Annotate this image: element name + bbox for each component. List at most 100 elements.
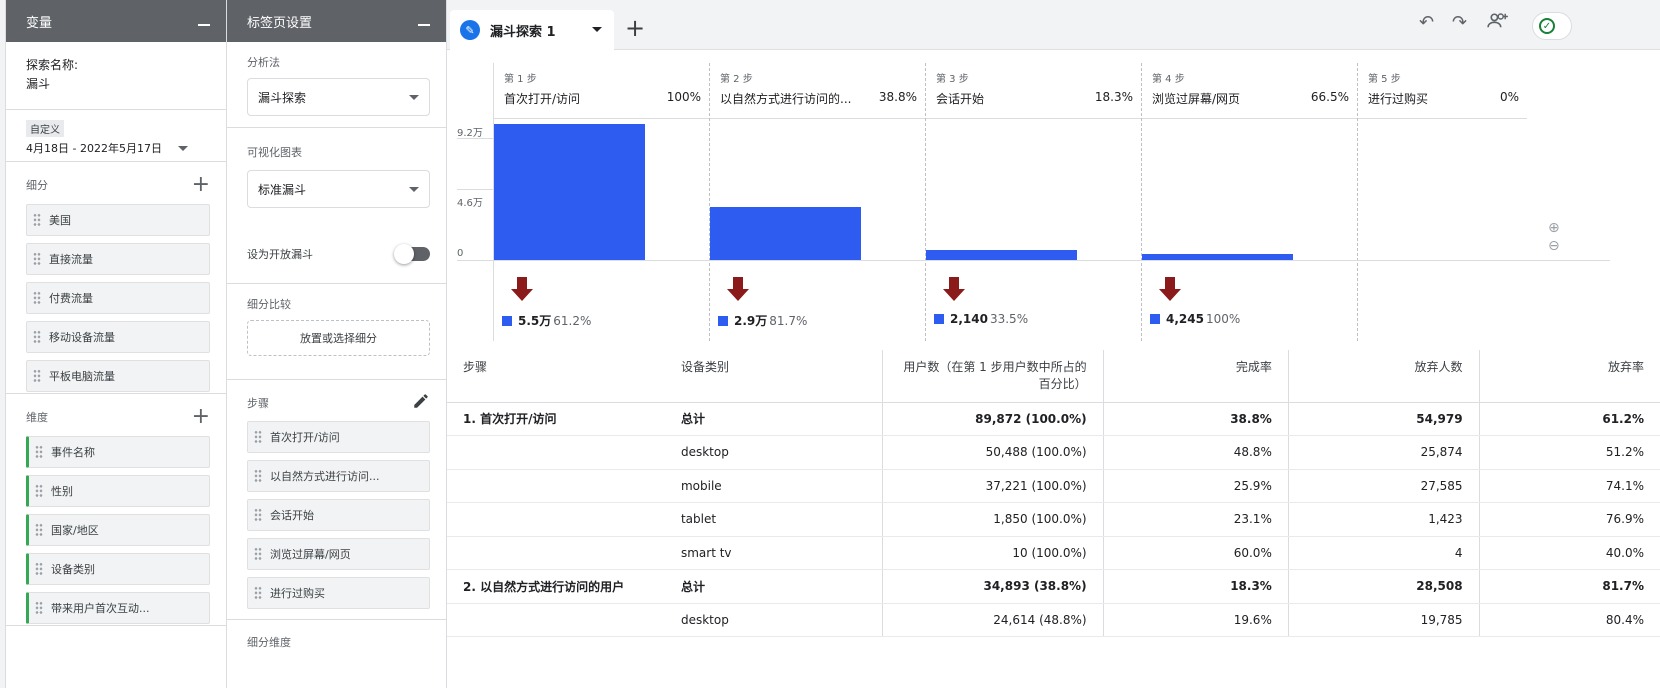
drag-handle-icon[interactable] [254, 508, 262, 522]
collapse-tab-settings-button[interactable] [416, 13, 432, 29]
step-number: 第 1 步 [504, 74, 537, 85]
funnel-bar[interactable] [494, 124, 645, 260]
list-item-chip[interactable]: 付费流量 [26, 282, 210, 314]
step-line: 浏览过屏幕/网页 66.5% [1152, 90, 1349, 107]
funnel-step-header[interactable]: 第 2 步以自然方式进行访问的... 38.8% [710, 63, 925, 119]
exploration-name[interactable]: 漏斗 [26, 75, 210, 92]
table-row[interactable]: desktop 50,488 (100.0%) 48.8% 25,874 51.2% [447, 435, 1660, 470]
list-item-chip[interactable]: 国家/地区 [26, 514, 210, 546]
open-funnel-toggle[interactable] [394, 244, 430, 264]
status-check-button[interactable]: ✓ [1532, 12, 1572, 40]
drag-handle-icon[interactable] [35, 562, 43, 576]
add-tab-button[interactable]: + [625, 14, 645, 42]
visualization-section: 可视化图表 标准漏斗 设为开放漏斗 [227, 128, 446, 284]
list-item-chip[interactable]: 事件名称 [26, 436, 210, 468]
add-segment-button[interactable]: + [192, 174, 210, 196]
list-item-chip[interactable]: 浏览过屏幕/网页 [247, 538, 430, 570]
list-item-chip[interactable]: 以自然方式进行访问... [247, 460, 430, 492]
drag-handle-icon[interactable] [254, 430, 262, 444]
funnel-step-header[interactable]: 第 3 步会话开始 18.3% [926, 63, 1141, 119]
table-cell-completion: 60.0% [1102, 536, 1289, 570]
chevron-down-icon [409, 94, 419, 100]
date-range-section[interactable]: 自定义 4月18日 - 2022年5月17日 [6, 110, 226, 162]
drag-handle-icon[interactable] [35, 601, 43, 615]
abandon-rate: 33.5% [989, 312, 1029, 326]
collapse-variables-button[interactable] [196, 13, 212, 29]
col-header-step[interactable]: 步骤 [447, 350, 665, 403]
main-canvas: ✎ 漏斗探索 1 + ↶ ↷ ✓ 9.2万 4.6万 0 第 1 步首次打开/访… [447, 0, 1660, 688]
step-line: 首次打开/访问 100% [504, 90, 701, 107]
segment-dropzone[interactable]: 放置或选择细分 [247, 320, 430, 356]
list-item-chip[interactable]: 直接流量 [26, 243, 210, 275]
funnel-step-header[interactable]: 第 1 步首次打开/访问 100% [494, 63, 709, 119]
list-item-chip[interactable]: 进行过购买 [247, 577, 430, 609]
add-dimension-button[interactable]: + [192, 406, 210, 428]
zoom-in-icon[interactable]: ⊕ [1548, 220, 1560, 236]
drag-handle-icon[interactable] [33, 330, 41, 344]
col-header-abandon[interactable]: 放弃人数 [1287, 350, 1480, 403]
funnel-step-column: 第 5 步进行过购买 0% [1357, 63, 1527, 341]
drag-handle-icon[interactable] [35, 484, 43, 498]
list-item-chip[interactable]: 美国 [26, 204, 210, 236]
drag-handle-icon[interactable] [33, 369, 41, 383]
table-cell-completion: 19.6% [1102, 603, 1289, 637]
drag-handle-icon[interactable] [33, 252, 41, 266]
chevron-down-icon[interactable] [592, 27, 602, 32]
table-row[interactable]: 1. 首次打开/访问 总计 89,872 (100.0%) 38.8% 54,979 61… [447, 402, 1660, 436]
table-cell-abandon: 28,508 [1287, 569, 1480, 604]
table-cell-users: 24,614 (48.8%) [882, 603, 1104, 637]
table-row[interactable]: mobile 37,221 (100.0%) 25.9% 27,585 74.1% [447, 469, 1660, 503]
drag-handle-icon[interactable] [33, 291, 41, 305]
funnel-step-header[interactable]: 第 5 步进行过购买 0% [1358, 63, 1527, 119]
chip-label: 事件名称 [51, 446, 95, 459]
chip-label: 平板电脑流量 [49, 370, 115, 383]
table-cell-step [447, 603, 665, 637]
funnel-step-header[interactable]: 第 4 步浏览过屏幕/网页 66.5% [1142, 63, 1357, 119]
table-row[interactable]: desktop 24,614 (48.8%) 19.6% 19,785 80.4% [447, 603, 1660, 637]
visualization-select[interactable]: 标准漏斗 [247, 170, 430, 208]
tab-settings-title: 标签页设置 [247, 15, 313, 31]
col-header-users[interactable]: 用户数（在第 1 步用户数中所占的百分比） [882, 350, 1104, 403]
list-item-chip[interactable]: 首次打开/访问 [247, 421, 430, 453]
list-item-chip[interactable]: 平板电脑流量 [26, 360, 210, 392]
list-item-chip[interactable]: 会话开始 [247, 499, 430, 531]
steps-section: 步骤 首次打开/访问 以自然方式进行访问... 会话开始 浏览过屏幕/网页 进行过购买 [227, 380, 446, 620]
drag-handle-icon[interactable] [33, 213, 41, 227]
drag-handle-icon[interactable] [35, 445, 43, 459]
chevron-down-icon[interactable] [177, 145, 188, 151]
table-cell-abandon-rate: 74.1% [1478, 469, 1660, 503]
chip-label: 以自然方式进行访问... [270, 470, 380, 483]
table-row[interactable]: smart tv 10 (100.0%) 60.0% 4 40.0% [447, 536, 1660, 570]
col-header-completion[interactable]: 完成率 [1102, 350, 1289, 403]
visualization-value: 标准漏斗 [258, 182, 307, 197]
drag-handle-icon[interactable] [254, 469, 262, 483]
zoom-out-icon[interactable]: ⊖ [1548, 238, 1560, 254]
tab-funnel-exploration[interactable]: ✎ 漏斗探索 1 [450, 10, 614, 50]
edit-steps-icon[interactable] [412, 392, 430, 413]
exploration-name-label: 探索名称: [26, 58, 79, 72]
table-row[interactable]: tablet 1,850 (100.0%) 23.1% 1,423 76.9% [447, 502, 1660, 537]
table-row[interactable]: 2. 以自然方式进行访问的用户 总计 34,893 (38.8%) 18.3% 28,5… [447, 569, 1660, 604]
funnel-bar[interactable] [926, 250, 1077, 260]
technique-select[interactable]: 漏斗探索 [247, 78, 430, 116]
col-header-abandon-rate[interactable]: 放弃率 [1478, 350, 1660, 403]
list-item-chip[interactable]: 性别 [26, 475, 210, 507]
share-users-icon[interactable] [1487, 12, 1509, 35]
segments-list: 美国直接流量付费流量移动设备流量 平板电脑流量 [26, 204, 210, 392]
funnel-step-column: 第 2 步以自然方式进行访问的... 38.8% 2.9万 81.7% [709, 63, 925, 341]
funnel-bar[interactable] [710, 207, 861, 260]
drag-handle-icon[interactable] [254, 586, 262, 600]
drag-handle-icon[interactable] [35, 523, 43, 537]
list-item-chip[interactable]: 设备类别 [26, 553, 210, 585]
redo-icon[interactable]: ↷ [1452, 12, 1467, 33]
table-body: 1. 首次打开/访问 总计 89,872 (100.0%) 38.8% 54,979 61… [447, 402, 1660, 637]
list-item-chip[interactable]: 带来用户首次互动... [26, 592, 210, 624]
segment-comparison-label: 细分比较 [247, 298, 291, 311]
list-item-chip[interactable]: 移动设备流量 [26, 321, 210, 353]
table-cell-abandon: 4 [1287, 536, 1480, 570]
col-header-device[interactable]: 设备类别 [664, 350, 883, 403]
undo-icon[interactable]: ↶ [1419, 12, 1434, 33]
drag-handle-icon[interactable] [254, 547, 262, 561]
step-percent: 66.5% [1310, 90, 1349, 104]
chip-label: 移动设备流量 [49, 331, 115, 344]
